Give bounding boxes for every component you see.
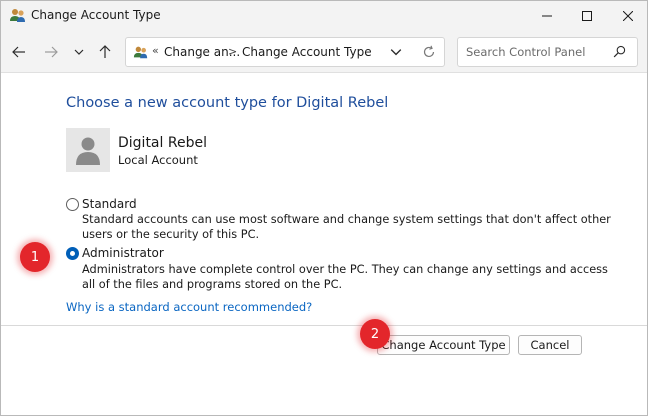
step-marker-1: 1 [20, 242, 50, 272]
close-button[interactable] [605, 1, 647, 31]
search-input[interactable] [458, 38, 608, 66]
user-icon [76, 137, 100, 165]
refresh-button[interactable] [422, 45, 438, 61]
address-bar[interactable]: « Change an... > Change Account Type [125, 37, 445, 67]
forward-button[interactable] [41, 42, 61, 62]
maximize-button[interactable] [564, 1, 610, 31]
breadcrumb-current[interactable]: Change Account Type [242, 45, 372, 59]
user-account-type: Local Account [118, 153, 198, 167]
standard-description: Standard accounts can use most software … [82, 213, 611, 241]
arrow-up-icon [99, 45, 111, 58]
minimize-icon [542, 15, 552, 17]
search-box[interactable] [457, 37, 638, 67]
navigation-bar: « Change an... > Change Account Type [1, 31, 647, 73]
breadcrumb-overflow[interactable]: « [152, 44, 159, 57]
standard-radio[interactable] [66, 198, 79, 211]
avatar [66, 128, 110, 172]
user-accounts-icon [9, 7, 27, 23]
administrator-description: Administrators have complete control ove… [82, 263, 608, 291]
standard-label[interactable]: Standard [82, 197, 137, 211]
page-title: Choose a new account type for Digital Re… [66, 95, 389, 111]
breadcrumb-separator[interactable]: > [228, 45, 237, 58]
arrow-right-icon [45, 46, 58, 58]
search-icon[interactable] [613, 45, 627, 59]
address-history-button[interactable] [390, 46, 404, 60]
administrator-label[interactable]: Administrator [82, 246, 164, 260]
administrator-radio[interactable] [66, 247, 79, 260]
back-button[interactable] [9, 42, 29, 62]
recent-locations-button[interactable] [69, 42, 89, 62]
maximize-icon [582, 11, 592, 21]
cancel-button[interactable]: Cancel [518, 335, 582, 355]
close-icon [623, 11, 633, 21]
arrow-left-icon [12, 46, 25, 58]
footer-divider [1, 325, 647, 326]
window-title: Change Account Type [31, 8, 161, 22]
refresh-icon [423, 45, 435, 58]
up-button[interactable] [95, 42, 115, 62]
user-accounts-icon [133, 44, 149, 60]
title-bar: Change Account Type [1, 1, 647, 31]
user-name: Digital Rebel [118, 135, 207, 151]
change-account-type-button[interactable]: Change Account Type [377, 335, 510, 355]
chevron-down-icon [74, 49, 84, 55]
step-marker-2: 2 [360, 319, 390, 349]
chevron-down-icon [390, 49, 402, 56]
change-account-type-window: Change Account Type « Change an... > Cha… [0, 0, 648, 416]
standard-account-help-link[interactable]: Why is a standard account recommended? [66, 300, 312, 314]
